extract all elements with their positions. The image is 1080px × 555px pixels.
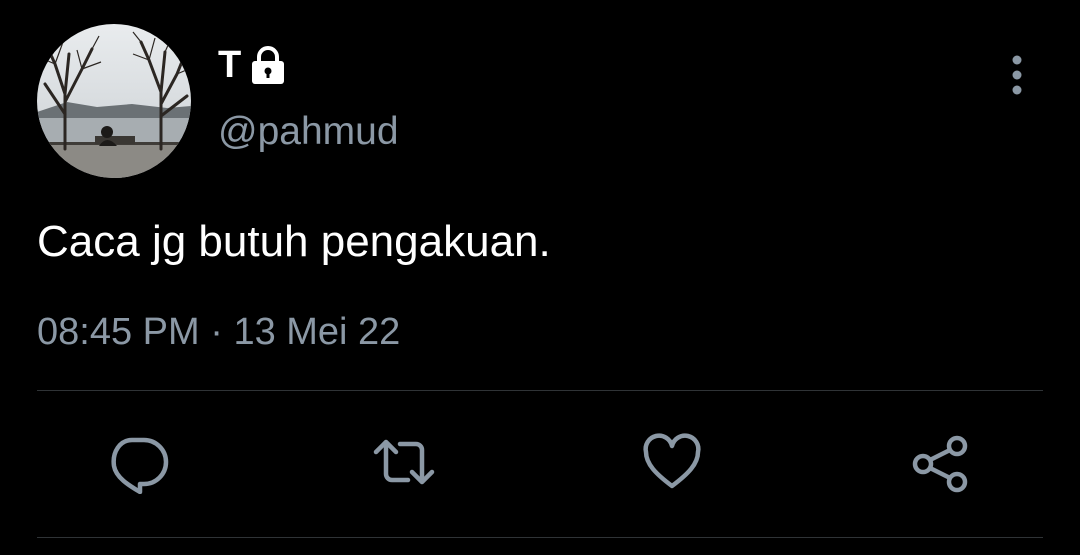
retweet-button[interactable] <box>372 430 436 494</box>
author-handle[interactable]: @pahmud <box>218 108 399 156</box>
tweet-timestamp[interactable]: 08:45 PM · 13 Mei 22 <box>37 307 400 357</box>
lock-icon <box>247 44 289 86</box>
reply-icon <box>111 437 169 494</box>
meta-separator: · <box>210 311 223 353</box>
share-button[interactable] <box>908 430 972 494</box>
divider <box>37 390 1043 391</box>
tweet-detail: T @pahmud Caca jg butuh pengakuan. 08:45… <box>0 0 1080 555</box>
retweet-icon <box>373 439 435 485</box>
tweet-date: 13 Mei 22 <box>233 311 401 353</box>
more-options-button[interactable] <box>996 50 1038 100</box>
like-icon <box>643 433 701 489</box>
more-vertical-icon <box>1012 55 1022 95</box>
tweet-time: 08:45 PM <box>37 311 200 353</box>
avatar-photo <box>37 24 191 178</box>
author-name-row[interactable]: T <box>218 40 289 90</box>
tweet-text: Caca jg butuh pengakuan. <box>37 217 551 266</box>
avatar[interactable] <box>37 24 191 178</box>
share-icon <box>912 435 968 493</box>
divider <box>37 537 1043 538</box>
display-name: T <box>218 44 242 86</box>
reply-button[interactable] <box>106 430 170 494</box>
like-button[interactable] <box>640 430 704 494</box>
